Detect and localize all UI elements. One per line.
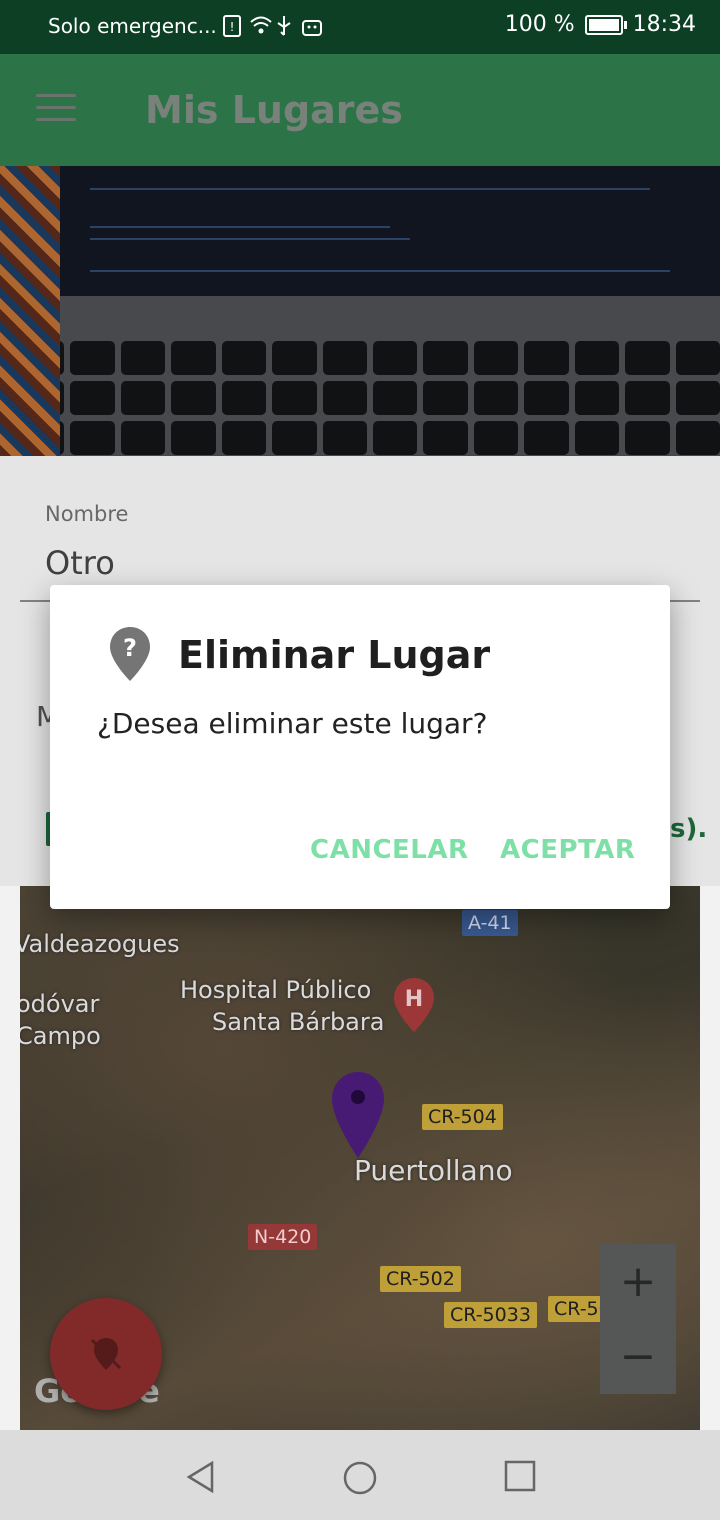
svg-text:H: H (405, 987, 423, 1012)
status-bar: Solo emergenc... ! 100 % 18:34 (0, 0, 720, 54)
back-icon[interactable] (184, 1460, 218, 1498)
name-field[interactable]: Otro (45, 544, 115, 582)
battery-percent: 100 % (504, 12, 575, 37)
map-label-town2b: Campo (20, 1022, 101, 1050)
app-bar: Mis Lugares (0, 54, 720, 166)
svg-text:!: ! (229, 20, 234, 34)
sim-icon: ! (222, 15, 243, 37)
system-nav-bar (0, 1430, 720, 1520)
road-n420: N-420 (248, 1224, 318, 1250)
menu-icon[interactable] (36, 94, 76, 124)
clock: 18:34 (632, 12, 696, 37)
svg-text:?: ? (123, 634, 137, 662)
zoom-out-button[interactable]: − (600, 1319, 676, 1394)
cancel-button[interactable]: CANCELAR (310, 835, 469, 865)
keyboard (20, 341, 720, 456)
carrier-text: Solo emergenc... (48, 14, 217, 38)
help-location-icon: ? (108, 625, 152, 687)
hospital-marker-icon[interactable]: H (392, 976, 436, 1038)
map-label-hospital-1: Hospital Público (180, 976, 372, 1004)
place-photo (0, 166, 720, 456)
dialog-title: Eliminar Lugar (178, 633, 491, 677)
delete-place-dialog: ? Eliminar Lugar ¿Desea eliminar este lu… (50, 585, 670, 909)
map-label-hospital-2: Santa Bárbara (212, 1008, 385, 1036)
map-label-town2a: odóvar (20, 990, 100, 1018)
usb-icon (275, 15, 295, 37)
dialog-message: ¿Desea eliminar este lugar? (97, 707, 488, 740)
laptop-screen (60, 166, 720, 296)
battery-icon (584, 14, 627, 35)
place-marker-icon[interactable] (330, 1070, 386, 1164)
delete-location-fab[interactable] (50, 1298, 162, 1410)
map-label-town: Valdeazogues (20, 930, 180, 958)
accept-button[interactable]: ACEPTAR (500, 835, 635, 865)
debug-icon (301, 15, 322, 37)
battery-fill (588, 18, 619, 31)
road-a41: A-41 (462, 910, 518, 936)
road-cr502: CR-502 (380, 1266, 461, 1292)
app-title: Mis Lugares (145, 88, 403, 132)
recents-icon[interactable] (504, 1460, 536, 1496)
partial-trailing-text: s). (670, 814, 708, 844)
home-icon[interactable] (342, 1460, 378, 1500)
zoom-controls: + − (600, 1244, 676, 1394)
road-cr5033: CR-5033 (444, 1302, 537, 1328)
zoom-in-button[interactable]: + (600, 1244, 676, 1319)
road-cr504: CR-504 (422, 1104, 503, 1130)
name-label: Nombre (45, 502, 129, 526)
wifi-icon (249, 15, 272, 37)
